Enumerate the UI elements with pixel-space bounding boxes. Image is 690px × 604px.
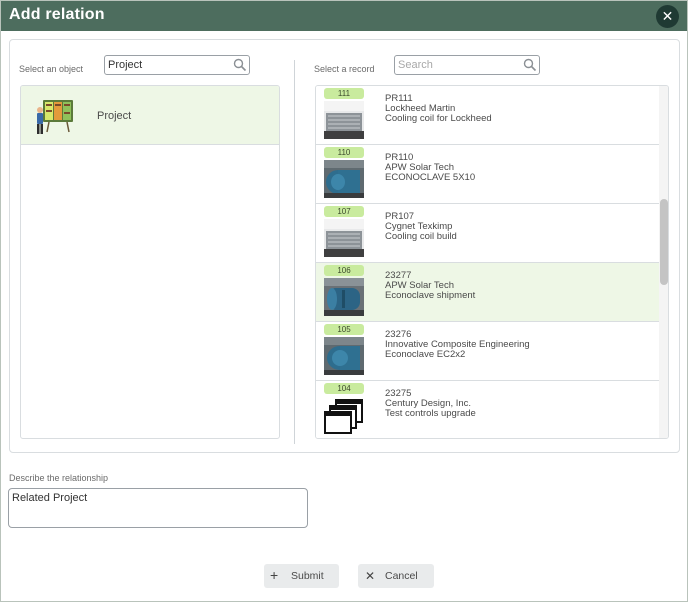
submit-button[interactable]: + Submit: [264, 564, 339, 588]
select-object-label: Select an object: [19, 64, 84, 74]
close-icon: ✕: [365, 569, 376, 583]
selection-panel: Select an object Project Project Select …: [9, 39, 680, 453]
project-board-icon: [37, 100, 73, 134]
object-item-project[interactable]: Project: [21, 86, 279, 145]
record-text: 23275 Century Design, Inc. Test controls…: [385, 389, 476, 419]
object-search-input[interactable]: [108, 58, 228, 72]
record-text: 23277 APW Solar Tech Econoclave shipment: [385, 271, 475, 301]
relationship-input[interactable]: [12, 492, 302, 524]
record-badge: 107: [324, 206, 364, 217]
record-row[interactable]: 110 PR110 APW Solar Tech ECONOCLAVE 5X10: [316, 145, 659, 204]
record-description: Test controls upgrade: [385, 408, 476, 419]
panel-divider: [294, 60, 295, 444]
close-button[interactable]: ✕: [656, 5, 679, 28]
record-list: 111 PR111 Lockheed Martin Cooling coil f…: [315, 85, 669, 439]
record-search-field[interactable]: [394, 55, 540, 75]
record-row[interactable]: 111 PR111 Lockheed Martin Cooling coil f…: [316, 86, 659, 145]
dialog-title: Add relation: [9, 6, 105, 23]
record-badge: 104: [324, 383, 364, 394]
object-search-field[interactable]: [104, 55, 250, 75]
cooling-coil-image: [324, 101, 364, 139]
relationship-label: Describe the relationship: [9, 473, 109, 483]
record-badge: 110: [324, 147, 364, 158]
close-icon: ✕: [661, 8, 674, 24]
cooling-coil-image: [324, 219, 364, 257]
record-badge: 105: [324, 324, 364, 335]
record-list-scrollbar[interactable]: [659, 86, 668, 438]
search-icon[interactable]: [523, 58, 537, 72]
relationship-field[interactable]: [8, 488, 308, 528]
record-badge: 111: [324, 88, 364, 99]
record-text: PR110 APW Solar Tech ECONOCLAVE 5X10: [385, 153, 475, 183]
record-description: Cooling coil for Lockheed: [385, 113, 492, 124]
record-badge: 106: [324, 265, 364, 276]
object-list: Project: [20, 85, 280, 439]
record-description: ECONOCLAVE 5X10: [385, 172, 476, 183]
record-row[interactable]: 104 23275 Century Design, Inc. Test cont…: [316, 381, 659, 438]
record-row-selected[interactable]: 106 23277 APW Solar Tech Econoclave ship…: [316, 263, 659, 322]
record-row[interactable]: 105 23276 Innovative Composite Engineeri…: [316, 322, 659, 381]
dialog-titlebar: Add relation ✕: [1, 1, 687, 31]
search-icon[interactable]: [233, 58, 247, 72]
record-search-input[interactable]: [398, 58, 518, 72]
record-text: PR107 Cygnet Texkimp Cooling coil build: [385, 212, 457, 242]
cancel-button[interactable]: ✕ Cancel: [358, 564, 434, 588]
plus-icon: +: [270, 567, 279, 583]
record-description: Econoclave shipment: [385, 290, 476, 301]
autoclave-image: [324, 337, 364, 375]
cancel-label: Cancel: [385, 570, 418, 582]
record-text: 23276 Innovative Composite Engineering E…: [385, 330, 530, 360]
autoclave-image: [324, 278, 364, 316]
record-row[interactable]: 107 PR107 Cygnet Texkimp Cooling coil bu…: [316, 204, 659, 263]
add-relation-dialog: Add relation ✕ Select an object Project …: [0, 0, 688, 602]
record-description: Cooling coil build: [385, 231, 457, 242]
autoclave-image: [324, 160, 364, 198]
select-record-label: Select a record: [314, 64, 375, 74]
windows-icon: [324, 399, 363, 434]
record-description: Econoclave EC2x2: [385, 349, 466, 360]
object-item-label: Project: [97, 110, 132, 122]
scrollbar-thumb[interactable]: [660, 199, 668, 285]
submit-label: Submit: [291, 570, 324, 582]
record-text: PR111 Lockheed Martin Cooling coil for L…: [385, 94, 492, 124]
